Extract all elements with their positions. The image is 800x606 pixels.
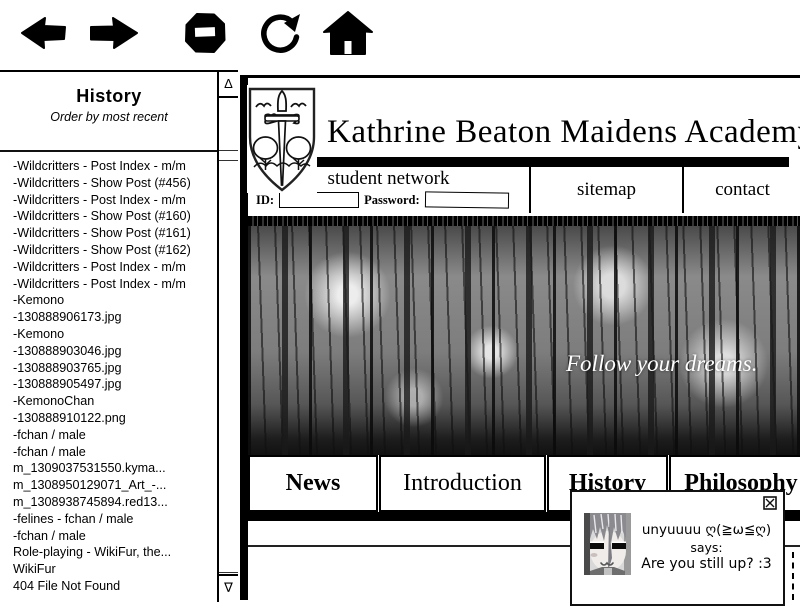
scroll-up-button[interactable]: Δ [219,72,238,98]
history-item[interactable]: m_1308938745894.red13... [13,494,223,511]
sidebar-scrollbar[interactable]: Δ ∇ [217,72,238,602]
banner-image: Follow your dreams. [248,213,800,455]
chat-popup: unyuuuu ღ(≧ω≦ღ) says: Are you still up? … [570,490,785,606]
history-item[interactable]: -Wildcritters - Post Index - m/m [13,259,223,276]
nav-tab-news[interactable]: News [248,455,378,512]
page-title: Kathrine Beaton Maidens Academy [327,114,800,151]
banner-slogan: Follow your dreams. [566,351,757,377]
history-item[interactable]: -fchan / male [13,444,223,461]
history-item[interactable]: -Wildcritters - Show Post (#456) [13,175,223,192]
history-item[interactable]: -fchan / male [13,427,223,444]
history-item[interactable]: -Kemono [13,326,223,343]
history-list: -Wildcritters - Post Index - m/m-Wildcri… [0,158,223,595]
history-item[interactable]: -Wildcritters - Show Post (#162) [13,242,223,259]
close-icon[interactable] [763,496,777,510]
forward-button[interactable] [89,14,139,52]
history-item[interactable]: Role-playing - WikiFur, the... [13,544,223,561]
history-item[interactable]: -Wildcritters - Post Index - m/m [13,192,223,209]
chat-message-text: Are you still up? :3 [634,556,779,573]
stop-button[interactable] [184,12,226,54]
title-underline-bar [248,157,789,167]
history-item[interactable]: -130888905497.jpg [13,376,223,393]
chat-sender-name: unyuuuu ღ(≧ω≦ღ) [634,522,779,539]
reload-button[interactable] [256,12,302,56]
nav-tab-introduction[interactable]: Introduction [379,455,546,512]
avatar [584,513,631,575]
nav-news-label: News [286,470,341,497]
history-item[interactable]: -130888903765.jpg [13,360,223,377]
history-sort-label: Order by most recent [0,110,218,124]
nav-introduction-label: Introduction [403,470,522,497]
history-item[interactable]: -felines - fchan / male [13,511,223,528]
crest-shield-icon [247,85,317,193]
school-crest [247,85,317,193]
history-item[interactable]: -Wildcritters - Post Index - m/m [13,158,223,175]
history-item[interactable]: -Kemono [13,292,223,309]
scroll-down-icon: ∇ [224,580,233,595]
history-item[interactable]: m_1308950129071_Art_-... [13,477,223,494]
history-item[interactable]: -Wildcritters - Show Post (#160) [13,208,223,225]
contact-label: contact [715,179,770,201]
menu-item-sitemap[interactable]: sitemap [531,167,684,213]
back-button[interactable] [20,14,66,52]
menu-item-contact[interactable]: contact [684,167,800,213]
chat-message-block: unyuuuu ღ(≧ω≦ღ) says: Are you still up? … [634,522,779,573]
home-icon [323,11,373,55]
history-item[interactable]: 404 File Not Found [13,578,223,595]
forest-photo [248,226,800,455]
scrollbar-tick [219,572,238,573]
history-header: History Order by most recent [0,72,218,152]
reload-icon [256,12,302,56]
history-sidebar: History Order by most recent -Wildcritte… [0,70,238,602]
top-menu-row: student network ID: Password: sitemap co… [248,167,800,213]
scroll-up-icon: Δ [224,76,233,91]
browser-toolbar [0,0,800,70]
banner-top-border [248,216,800,226]
home-button[interactable] [323,11,373,55]
history-item[interactable]: m_1309037531550.kyma... [13,460,223,477]
history-item[interactable]: -Wildcritters - Post Index - m/m [13,276,223,293]
id-input[interactable] [279,192,359,208]
history-item[interactable]: -Wildcritters - Show Post (#161) [13,225,223,242]
sitemap-label: sitemap [577,179,636,201]
scrollbar-tick [219,160,238,161]
id-label: ID: [256,193,274,208]
history-item[interactable]: -130888903046.jpg [13,343,223,360]
stop-octagon-icon [184,12,226,54]
right-edge-dashed-line [792,552,794,600]
password-input[interactable] [425,191,509,208]
history-item[interactable]: -fchan / male [13,528,223,545]
scroll-down-button[interactable]: ∇ [219,574,238,600]
scrollbar-tick [219,150,238,151]
password-label: Password: [364,193,420,208]
history-title: History [0,86,218,107]
chat-says-label: says: [634,539,779,556]
history-item[interactable]: -130888910122.png [13,410,223,427]
history-item[interactable]: -KemonoChan [13,393,223,410]
history-item[interactable]: WikiFur [13,561,223,578]
forward-arrow-icon [89,14,139,52]
history-item[interactable]: -130888906173.jpg [13,309,223,326]
back-arrow-icon [20,14,66,52]
